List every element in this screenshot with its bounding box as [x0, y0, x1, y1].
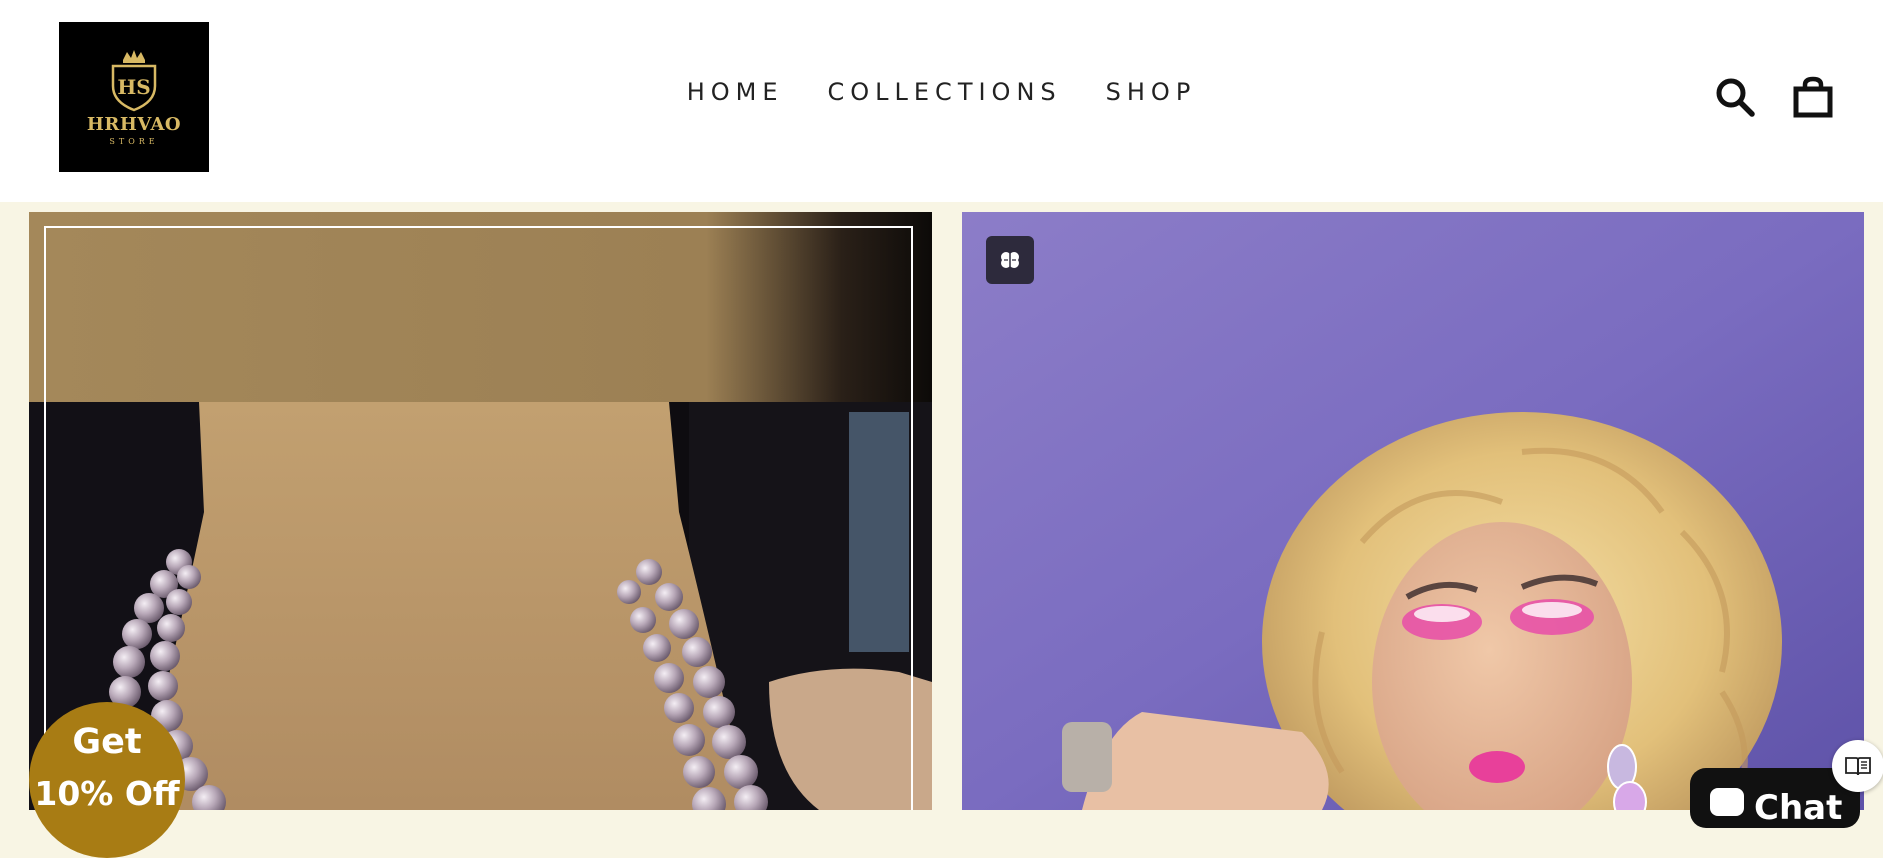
nav-home-link[interactable]: HOME [687, 78, 784, 106]
open-book-icon [1845, 757, 1871, 776]
logo-subtitle: STORE [109, 137, 159, 146]
nav-collections-link[interactable]: COLLECTIONS [828, 78, 1062, 106]
reader-mode-button[interactable] [1832, 740, 1883, 792]
site-header: HS HRHVAO STORE HOME COLLECTIONS SHOP [0, 0, 1883, 202]
product-image-pearl-necklace[interactable] [29, 212, 932, 810]
main-nav: HOME COLLECTIONS SHOP [0, 78, 1883, 106]
logo-name: HRHVAO [86, 114, 182, 135]
drag-queen-portrait-photo [962, 212, 1864, 810]
chat-label: Chat [1754, 788, 1843, 828]
brain-icon [1001, 252, 1019, 268]
promo-line-2: 10% Off [34, 774, 180, 813]
promo-line-1: Get [72, 722, 142, 762]
product-image-portrait[interactable] [962, 212, 1864, 810]
search-icon[interactable] [1714, 76, 1756, 118]
ai-brain-badge[interactable] [986, 236, 1034, 284]
chat-bubble-icon [1710, 788, 1744, 816]
nav-shop-link[interactable]: SHOP [1106, 78, 1197, 106]
shopping-bag-icon[interactable] [1792, 76, 1834, 118]
discount-promo-button[interactable]: Get 10% Off [29, 702, 185, 858]
